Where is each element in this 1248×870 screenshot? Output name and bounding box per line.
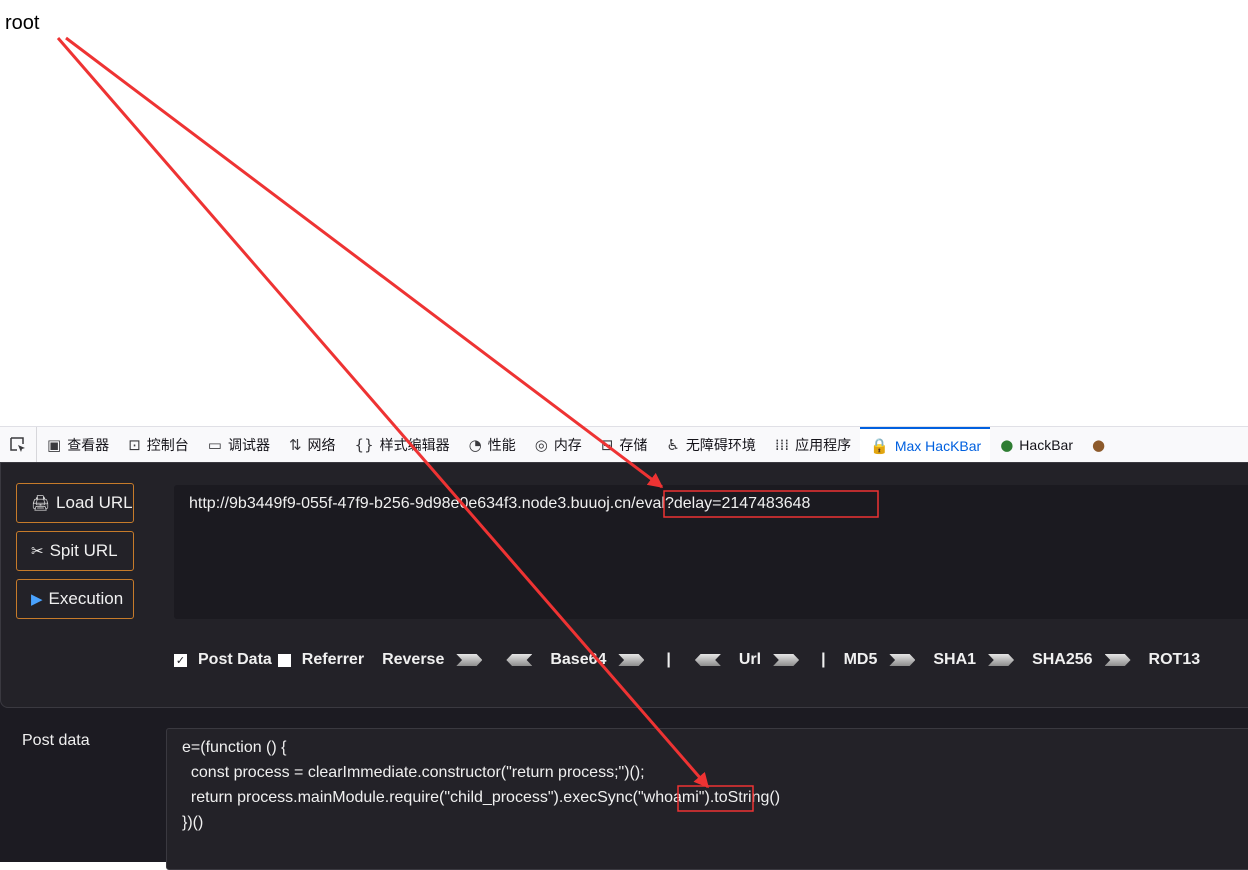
url-highlight-box	[663, 490, 879, 518]
annotation-arrow	[56, 37, 710, 789]
whoami-highlight-box	[677, 785, 754, 812]
annotation-overlay	[56, 36, 879, 812]
annotation-arrow	[65, 36, 664, 489]
